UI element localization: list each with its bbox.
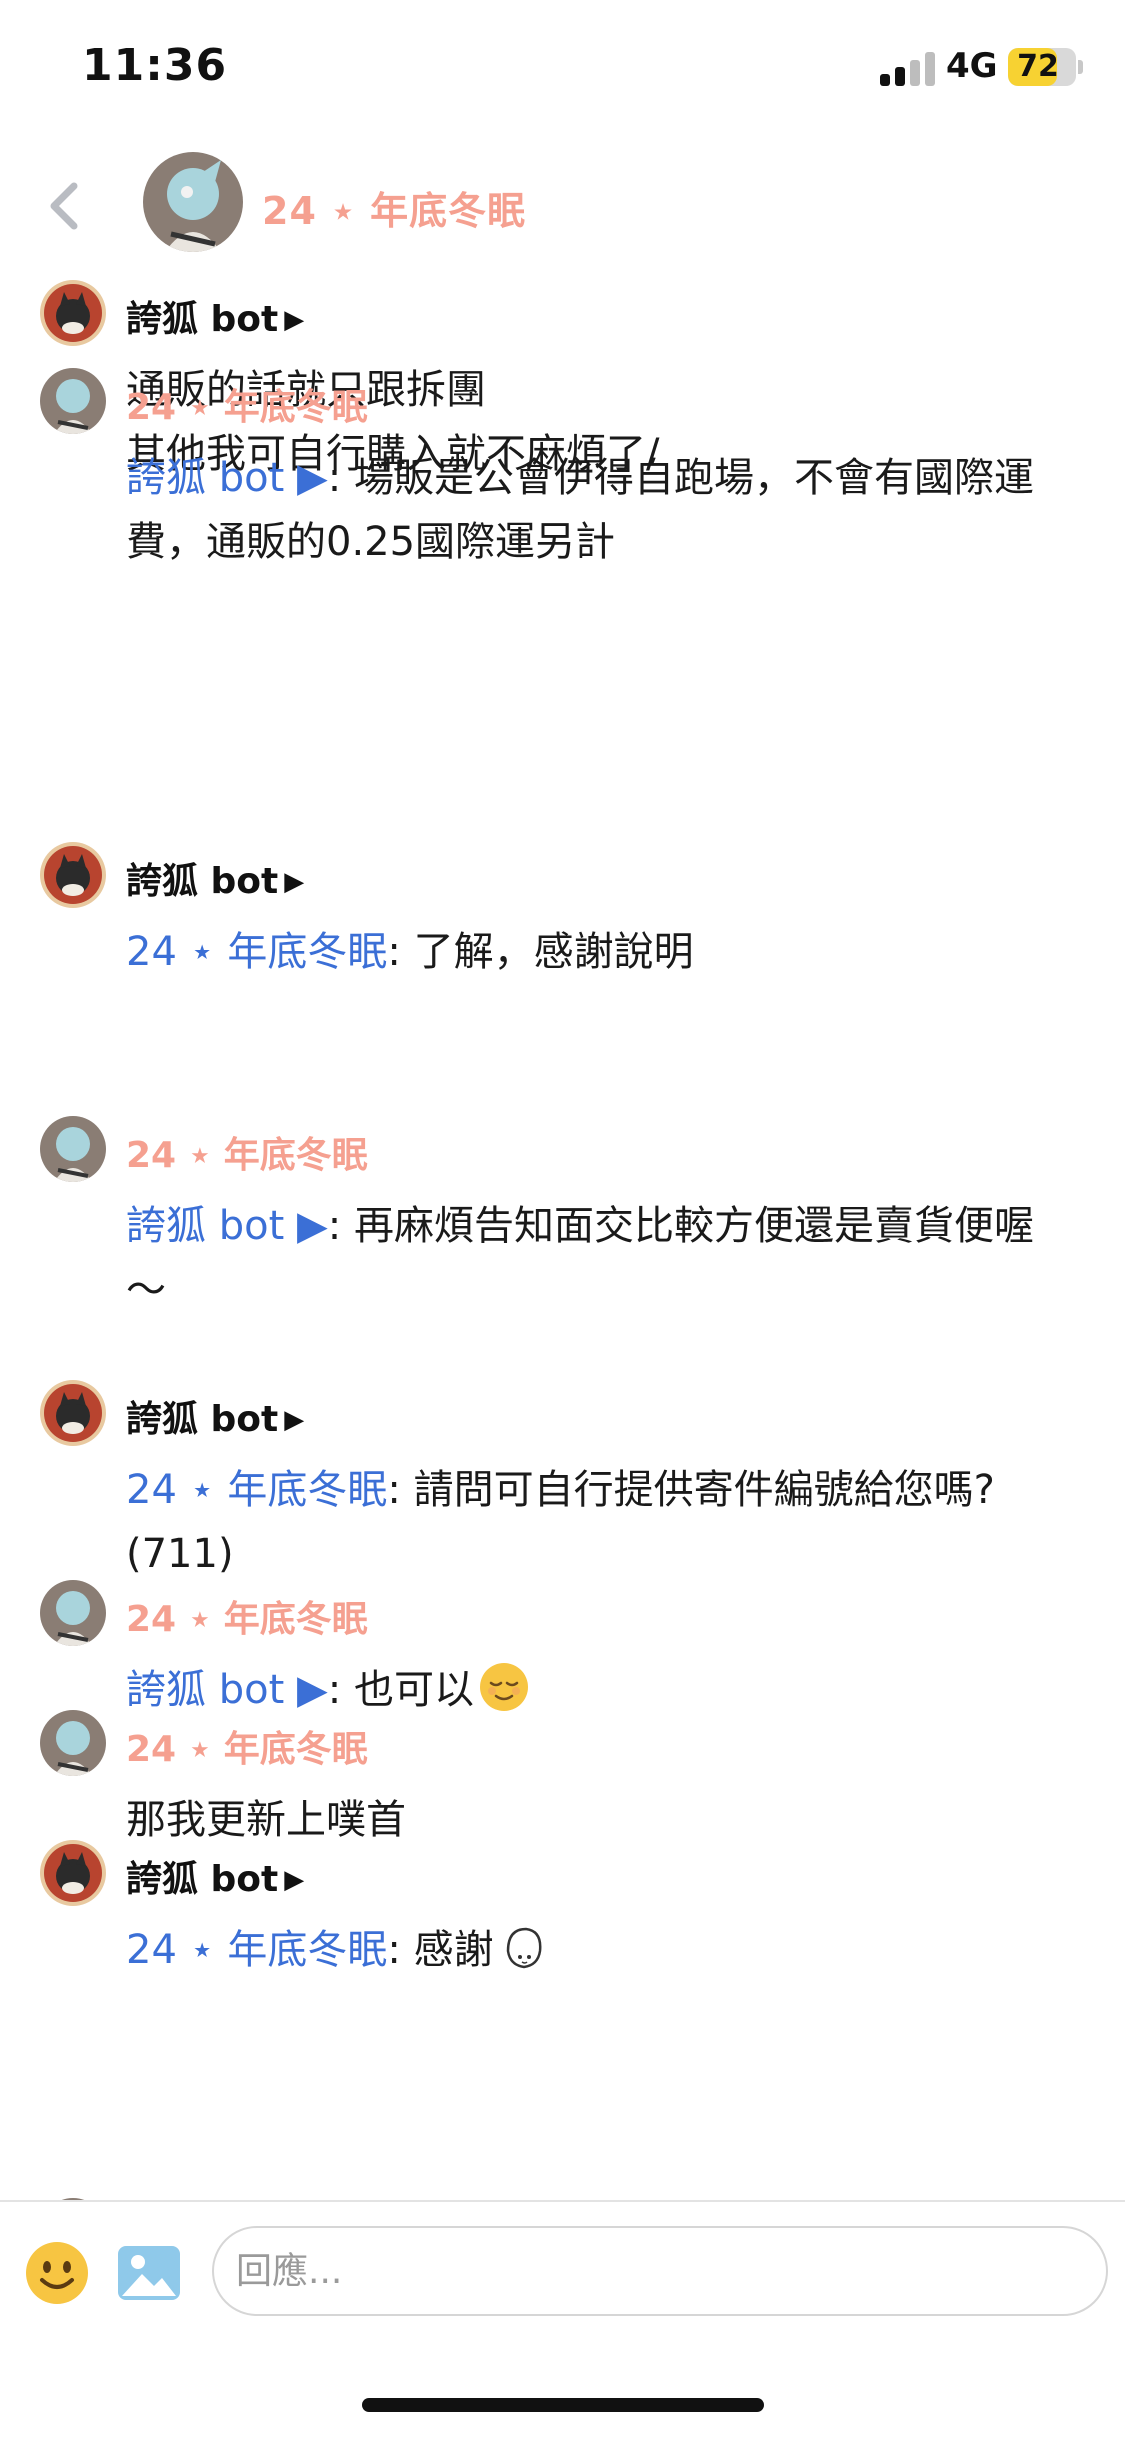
- chat-title: 24 ⋆ 年底冬眠: [262, 189, 527, 233]
- mention-link[interactable]: 誇狐 bot ▶: [126, 455, 328, 501]
- play-icon: ▶: [284, 867, 305, 897]
- sender-name[interactable]: 誇狐 bot ▶: [126, 1390, 304, 1442]
- message-text: 24 ⋆ 年底冬眠: 請問可自行提供寄件編號給您嗎?(711): [126, 1467, 995, 1577]
- image-button[interactable]: [116, 2240, 182, 2306]
- bot-avatar-image: [40, 280, 106, 346]
- mention-link[interactable]: 誇狐 bot ▶: [126, 1203, 328, 1249]
- sender-name[interactable]: 24 ⋆ 年底冬眠: [126, 1720, 368, 1772]
- message-text: 誇狐 bot ▶: 場販是公會伊得自跑場，不會有國際運費，通販的0.25國際運另…: [126, 455, 1034, 565]
- image-icon: [118, 2246, 180, 2300]
- mention-link[interactable]: 24 ⋆ 年底冬眠: [126, 929, 387, 975]
- bot-avatar-image: [40, 1840, 106, 1906]
- user-avatar[interactable]: [40, 1580, 106, 1646]
- emoji-button[interactable]: [24, 2240, 90, 2306]
- bot-avatar-image: [40, 842, 106, 908]
- message-list[interactable]: 誇狐 bot ▶ 通販的話就只跟拆團 其他我可自行購入就不麻煩了/ 24 ⋆ 年底…: [0, 280, 1125, 2200]
- reply-input[interactable]: [212, 2226, 1108, 2316]
- message-text: 誇狐 bot ▶: 再麻煩告知面交比較方便還是賣貨便喔～: [126, 1203, 1034, 1313]
- bot-avatar[interactable]: [40, 842, 106, 908]
- sender-name[interactable]: 24 ⋆ 年底冬眠: [126, 1126, 368, 1178]
- user-avatar-image: [40, 1710, 106, 1776]
- sender-name[interactable]: 誇狐 bot ▶: [126, 1850, 304, 1902]
- play-icon: ▶: [284, 305, 305, 335]
- chevron-left-icon: [50, 182, 78, 230]
- mention-link[interactable]: 誇狐 bot ▶: [126, 1667, 328, 1713]
- bot-avatar[interactable]: [40, 1380, 106, 1446]
- play-icon: ▶: [284, 1865, 305, 1895]
- message-text: 誇狐 bot ▶: 也可以: [126, 1658, 1066, 1722]
- sender-name[interactable]: 誇狐 bot ▶: [126, 290, 304, 342]
- sender-name[interactable]: 24 ⋆ 年底冬眠: [126, 1590, 368, 1642]
- header-avatar[interactable]: [143, 152, 243, 252]
- sender-name[interactable]: 誇狐 bot ▶: [126, 852, 304, 904]
- smiley-icon: [26, 2242, 88, 2304]
- user-avatar-image: [40, 368, 106, 434]
- chat-header: 24 ⋆ 年底冬眠: [0, 140, 1125, 270]
- mention-link[interactable]: 24 ⋆ 年底冬眠: [126, 1467, 387, 1513]
- battery-icon: 72: [1008, 48, 1076, 86]
- message-text: 24 ⋆ 年底冬眠: 感謝: [126, 1918, 1066, 1982]
- user-avatar-image: [40, 1116, 106, 1182]
- bot-avatar-image: [40, 1380, 106, 1446]
- status-bar: 11:36 4G 72: [0, 0, 1125, 135]
- home-indicator[interactable]: [362, 2398, 764, 2412]
- sender-name[interactable]: 24 ⋆ 年底冬眠: [126, 378, 368, 430]
- user-avatar[interactable]: [40, 1116, 106, 1182]
- user-avatar-image: [143, 152, 243, 252]
- battery-level: 72: [1017, 49, 1059, 84]
- signal-icon: [880, 50, 940, 86]
- relieved-face-icon: [479, 1663, 528, 1711]
- battery-nub: [1078, 60, 1083, 74]
- bot-avatar[interactable]: [40, 1840, 106, 1906]
- network-type: 4G: [946, 46, 998, 86]
- mention-link[interactable]: 24 ⋆ 年底冬眠: [126, 1927, 387, 1973]
- bot-avatar[interactable]: [40, 280, 106, 346]
- user-avatar[interactable]: [40, 368, 106, 434]
- message-text: 那我更新上噗首: [126, 1797, 406, 1843]
- user-avatar[interactable]: [40, 1710, 106, 1776]
- play-icon: ▶: [284, 1405, 305, 1435]
- user-avatar-image: [40, 1580, 106, 1646]
- message-text: 24 ⋆ 年底冬眠: 了解，感謝說明: [126, 929, 694, 975]
- back-button[interactable]: [38, 170, 98, 240]
- status-time: 11:36: [82, 40, 228, 91]
- sticker-face-icon: [506, 1927, 542, 1969]
